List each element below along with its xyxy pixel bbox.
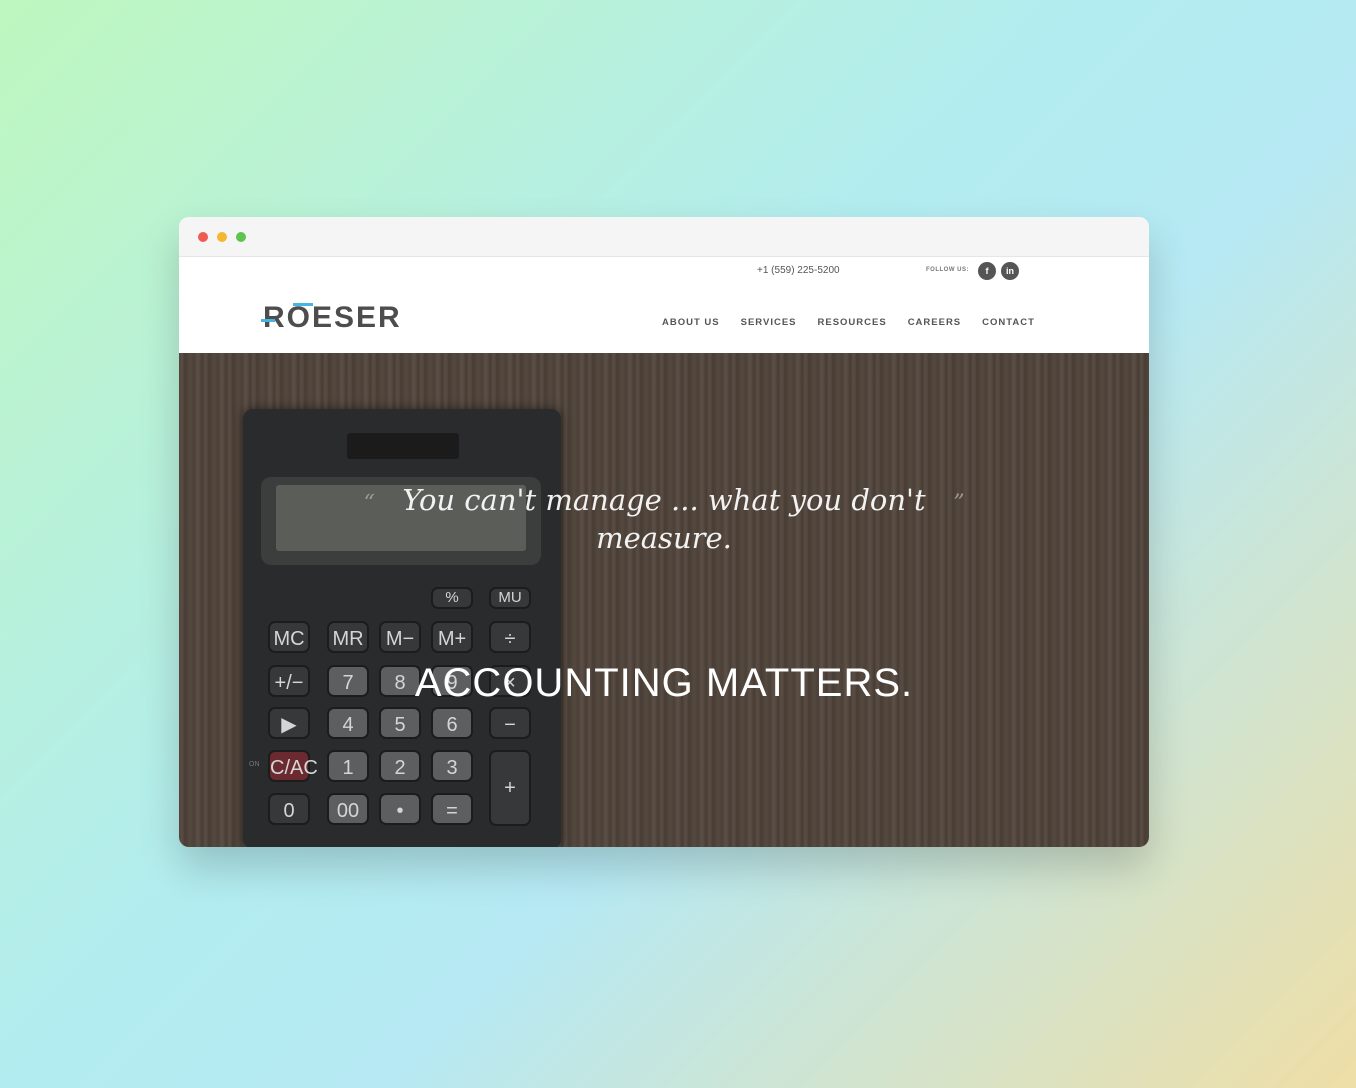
calculator-key: 6	[431, 707, 473, 739]
hero-banner: ON % MU MC MR M− M+ ÷ +/− 7 8 9 × ▶ 4 5 6− C/AC 1 2 3 +0 00 • =…	[179, 353, 1149, 847]
logo-accent	[261, 319, 275, 322]
follow-label: FOLLOW US:	[926, 267, 969, 273]
nav-resources[interactable]: RESOURCES	[818, 317, 887, 328]
phone-link[interactable]: +1 (559) 225-5200	[757, 265, 840, 276]
calculator-key: M+	[431, 621, 473, 653]
calculator-key: MR	[327, 621, 369, 653]
calculator-key: M−	[379, 621, 421, 653]
calculator-key: •	[379, 793, 421, 825]
calculator-key: 5	[379, 707, 421, 739]
title-bar	[179, 217, 1149, 257]
logo-text: ROESER	[263, 301, 402, 334]
minimize-dot[interactable]	[217, 232, 227, 242]
calculator-key: 2	[379, 750, 421, 782]
main-nav: ABOUT US SERVICES RESOURCES CAREERS CONT…	[662, 317, 1035, 328]
calculator-key: ÷	[489, 621, 531, 653]
calculator-key: =	[431, 793, 473, 825]
logo-accent	[293, 303, 313, 306]
site-header: +1 (559) 225-5200 FOLLOW US: f in ROESER…	[179, 257, 1149, 353]
calculator-key: %	[431, 587, 473, 609]
nav-contact[interactable]: CONTACT	[982, 317, 1035, 328]
calculator-image: ON % MU MC MR M− M+ ÷ +/− 7 8 9 × ▶ 4 5 6− C/AC 1 2 3 +0 00 • =	[243, 409, 561, 847]
solar-panel	[347, 433, 459, 459]
logo[interactable]: ROESER	[261, 301, 402, 335]
calculator-key: 4	[327, 707, 369, 739]
facebook-icon[interactable]: f	[978, 262, 996, 280]
nav-about-us[interactable]: ABOUT US	[662, 317, 720, 328]
nav-careers[interactable]: CAREERS	[908, 317, 961, 328]
calculator-key: MC	[268, 621, 310, 653]
quote-close-icon: ”	[953, 491, 965, 516]
calculator-key: 0	[268, 793, 310, 825]
calculator-key: ▶	[268, 707, 310, 739]
quote-open-icon: “	[363, 491, 375, 516]
calculator-key: 00	[327, 793, 369, 825]
calculator-key: C/AC	[268, 750, 318, 782]
hero-quote: “ You can't manage ... what you don't me…	[179, 481, 1149, 557]
linkedin-icon[interactable]: in	[1001, 262, 1019, 280]
calculator-key: MU	[489, 587, 531, 609]
calculator-key: 3	[431, 750, 473, 782]
close-dot[interactable]	[198, 232, 208, 242]
browser-window: +1 (559) 225-5200 FOLLOW US: f in ROESER…	[179, 217, 1149, 847]
maximize-dot[interactable]	[236, 232, 246, 242]
nav-services[interactable]: SERVICES	[741, 317, 797, 328]
hero-headline: ACCOUNTING MATTERS.	[414, 661, 914, 705]
calculator-key: 1	[327, 750, 369, 782]
calculator-key: +	[489, 750, 531, 826]
calculator-key: −	[489, 707, 531, 739]
on-label: ON	[249, 761, 260, 768]
quote-text: You can't manage ... what you don't meas…	[402, 483, 926, 555]
